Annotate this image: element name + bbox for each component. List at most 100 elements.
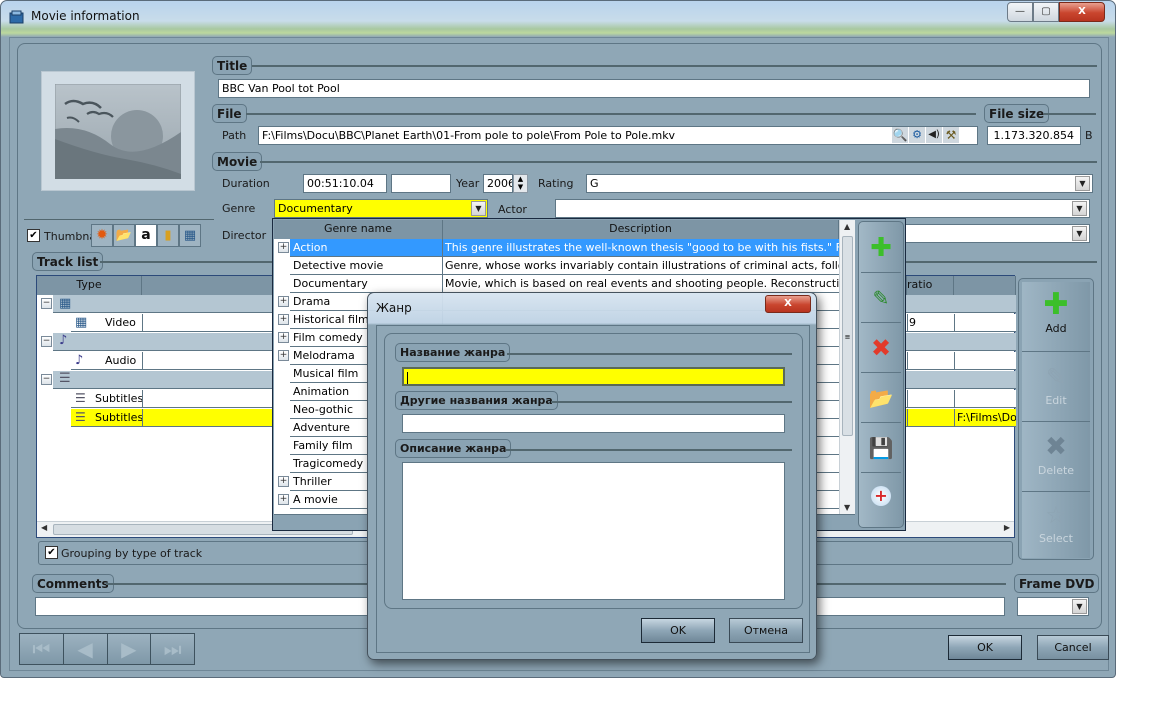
thumbnail-frame[interactable] (41, 71, 195, 191)
track-path: F:\Films\Doc (957, 411, 1016, 424)
duration-input[interactable]: 00:51:10.04 (303, 174, 387, 193)
path-input[interactable]: F:\Films\Docu\BBC\Planet Earth\01-From p… (258, 126, 978, 145)
media-info-icon[interactable]: ⚙ (909, 127, 925, 143)
edit-track-button[interactable]: ✎ Edit (1022, 352, 1090, 422)
audio-icon[interactable]: ◀) (926, 127, 942, 143)
comments-legend: Comments (32, 574, 114, 593)
open-folder-icon[interactable]: 📂 (861, 373, 901, 423)
collapse-icon[interactable]: − (41, 298, 52, 309)
add-track-button[interactable]: ✚ Add (1022, 282, 1090, 352)
open-folder-icon[interactable]: 📂 (113, 224, 135, 247)
edit-label: Edit (1045, 394, 1067, 407)
save-icon[interactable]: 💾 (861, 423, 901, 473)
maximize-button[interactable]: ▢ (1033, 2, 1059, 22)
other-names-input[interactable] (402, 414, 785, 433)
ok-button[interactable]: OK (948, 635, 1022, 660)
grouping-label: Grouping by type of track (61, 547, 203, 560)
actor-select[interactable] (555, 199, 1090, 218)
thumbnail-toolbar: ✹ 📂 a ▮ ▦ (91, 224, 203, 247)
genre-select[interactable]: Documentary (274, 199, 488, 218)
scroll-left-icon[interactable]: ◀ (41, 523, 47, 532)
column-header-genre-name[interactable]: Genre name (274, 220, 443, 239)
add-icon[interactable]: ✚ (861, 224, 901, 273)
scroll-down-icon[interactable]: ▼ (844, 503, 850, 512)
expand-icon[interactable]: + (278, 242, 289, 253)
title-legend: Title (212, 56, 253, 75)
path-label: Path (222, 129, 247, 142)
expand-icon[interactable]: + (278, 332, 289, 343)
film-strip-icon[interactable]: ▦ (179, 224, 201, 247)
cancel-button[interactable]: Cancel (1037, 635, 1109, 660)
search-icon[interactable]: 🔍 (892, 127, 908, 143)
thumbnail-label: Thumbna (44, 230, 94, 243)
genre-row[interactable]: + Action This genre illustrates the well-k… (274, 239, 839, 257)
minimize-button[interactable]: — (1007, 2, 1033, 22)
expand-icon[interactable]: + (278, 314, 289, 325)
select-track-button[interactable]: ☆ Select (1022, 492, 1090, 558)
close-button[interactable]: X (1059, 2, 1105, 22)
next-icon[interactable]: ▶ (107, 634, 152, 664)
thumbnail-checkbox[interactable]: ✔ (27, 229, 40, 242)
actor-label: Actor (498, 203, 527, 216)
chevron-down-icon[interactable]: ▼ (1072, 599, 1087, 614)
column-header-ratio[interactable]: ratio (907, 276, 954, 295)
vertical-scrollbar[interactable]: ▲ ≡ ▼ (839, 220, 855, 514)
database-film-icon[interactable]: ▮ (157, 224, 179, 247)
path-tools: 🔍 ⚙ ◀) ⚒ (892, 127, 972, 144)
delete-label: Delete (1037, 464, 1075, 477)
chevron-down-icon[interactable]: ▼ (1072, 226, 1087, 241)
edit-icon[interactable]: ✎ (861, 273, 901, 323)
duration-extra-input[interactable] (391, 174, 451, 193)
amazon-icon[interactable]: a (135, 224, 157, 247)
column-header-type[interactable]: Type (37, 276, 142, 295)
first-icon[interactable]: ⏮ (20, 634, 64, 664)
director-select[interactable] (905, 224, 1090, 243)
expand-icon[interactable]: + (278, 296, 289, 307)
description-textarea[interactable] (402, 462, 785, 600)
delete-icon[interactable]: ✖ (861, 323, 901, 373)
last-icon[interactable]: ⏭ (151, 634, 194, 664)
genre-name-input[interactable] (402, 367, 785, 386)
chevron-down-icon[interactable]: ▼ (1075, 176, 1090, 191)
genre-actions: ✚ ✎ ✖ 📂 💾 + (858, 221, 904, 528)
title-input[interactable]: BBC Van Pool tot Pool (218, 79, 1090, 98)
director-label: Director (222, 229, 267, 242)
expand-icon[interactable]: + (278, 350, 289, 361)
column-header-path[interactable] (954, 276, 1016, 295)
dialog-cancel-button[interactable]: Отмена (729, 618, 803, 643)
collapse-icon[interactable]: − (41, 336, 52, 347)
genre-row[interactable]: Documentary Movie, which is based on real… (274, 275, 839, 293)
chevron-down-icon[interactable]: ▼ (471, 201, 486, 216)
dialog-ok-button[interactable]: OK (641, 618, 715, 643)
other-names-legend: Другие названия жанра (395, 391, 558, 410)
subtitles-icon: ☰ (75, 410, 86, 424)
divider (506, 449, 792, 451)
dialog-close-button[interactable]: X (765, 295, 811, 313)
divider (507, 353, 792, 355)
tools-icon[interactable]: ⚒ (943, 127, 959, 143)
genre-row[interactable]: Detective movie Genre, whose works invari… (274, 257, 839, 275)
delete-track-button[interactable]: ✖ Delete (1022, 422, 1090, 492)
chevron-down-icon[interactable]: ▼ (1072, 201, 1087, 216)
grouping-checkbox[interactable]: ✔ (45, 546, 58, 559)
column-header-description[interactable]: Description (443, 220, 839, 239)
scroll-right-icon[interactable]: ▶ (1004, 523, 1010, 532)
add-circle-icon[interactable]: + (861, 473, 901, 523)
expand-icon[interactable]: + (278, 476, 289, 487)
rating-select[interactable]: G (586, 174, 1093, 193)
description-legend: Описание жанра (395, 439, 512, 458)
burst-icon[interactable]: ✹ (91, 224, 113, 247)
audio-icon: ♪ (59, 333, 68, 348)
previous-icon[interactable]: ◀ (63, 634, 108, 664)
scroll-thumb[interactable]: ≡ (842, 236, 853, 436)
rating-label: Rating (538, 177, 574, 190)
scroll-up-icon[interactable]: ▲ (844, 222, 850, 231)
expand-icon[interactable]: + (278, 494, 289, 505)
title-bar[interactable]: Movie information — ▢ X (1, 1, 1117, 35)
subtitles-icon: ☰ (75, 391, 86, 405)
year-spinner[interactable]: ▲ ▼ (513, 174, 528, 193)
collapse-icon[interactable]: − (41, 374, 52, 385)
add-label: Add (1045, 322, 1067, 335)
year-input[interactable]: 2006 (483, 174, 513, 193)
frame-dvd-legend: Frame DVD (1014, 574, 1100, 593)
